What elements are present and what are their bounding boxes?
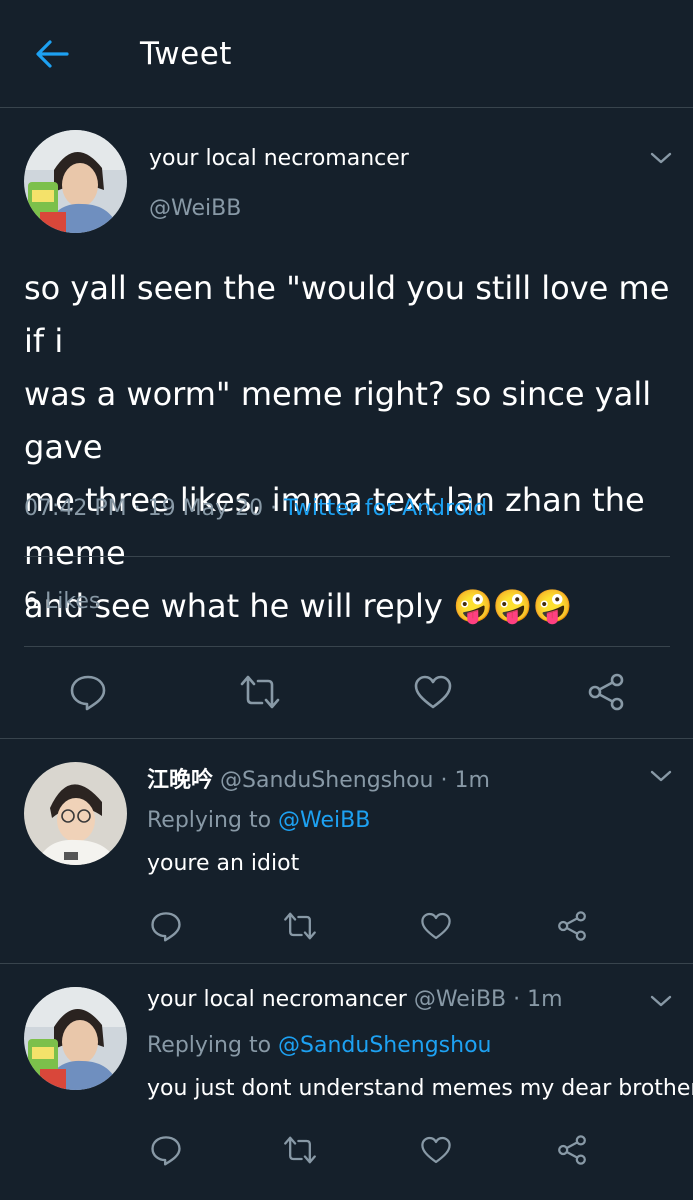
like-button[interactable] (411, 670, 455, 714)
reply-button[interactable] (146, 906, 186, 946)
reply-author-handle[interactable]: @WeiBB (414, 987, 506, 1012)
reply-time: 1m (454, 768, 490, 793)
reply-text: youre an idiot (147, 851, 300, 876)
replying-mention[interactable]: @WeiBB (278, 808, 370, 833)
likes-summary[interactable]: 6 Likes (24, 589, 100, 614)
author-handle[interactable]: @WeiBB (149, 196, 241, 221)
meta-separator: · (433, 768, 455, 793)
reply-author-handle[interactable]: @SanduShengshou (220, 768, 433, 793)
share-button[interactable] (552, 1130, 592, 1170)
reply-button[interactable] (146, 1130, 186, 1170)
reply-header: 江晚吟 @SanduShengshou · 1m (147, 762, 490, 794)
retweet-button[interactable] (238, 670, 282, 714)
arrow-left-icon (36, 40, 69, 68)
retweet-button[interactable] (280, 906, 320, 946)
replying-to: Replying to @WeiBB (147, 808, 370, 833)
heart-icon (421, 1136, 451, 1164)
likes-label: Likes (45, 589, 101, 614)
chevron-down-icon (650, 995, 672, 1007)
heart-icon (414, 675, 452, 709)
replying-to: Replying to @SanduShengshou (147, 1033, 492, 1058)
replying-prefix: Replying to (147, 808, 272, 833)
share-button[interactable] (552, 906, 592, 946)
avatar-photo (24, 130, 127, 233)
like-button[interactable] (416, 906, 456, 946)
reply-menu-button[interactable] (646, 764, 676, 788)
back-button[interactable] (30, 34, 74, 74)
tweet-date: 19 May 20 (147, 496, 264, 521)
share-icon (588, 673, 624, 711)
meta-separator: · (263, 496, 285, 521)
replying-prefix: Replying to (147, 1033, 272, 1058)
reply-icon (70, 675, 106, 711)
retweet-icon (284, 912, 316, 940)
meta-separator: · (126, 496, 148, 521)
reply-icon (151, 1136, 181, 1166)
avatar[interactable] (24, 762, 127, 865)
divider (24, 556, 670, 557)
reply-menu-button[interactable] (646, 989, 676, 1013)
avatar[interactable] (24, 987, 127, 1090)
replying-mention[interactable]: @SanduShengshou (278, 1033, 491, 1058)
like-button[interactable] (416, 1130, 456, 1170)
avatar[interactable] (24, 130, 127, 233)
retweet-icon (284, 1136, 316, 1164)
divider (24, 646, 670, 647)
reply-author-name[interactable]: 江晚吟 (147, 768, 213, 793)
avatar-photo (24, 762, 127, 865)
tweet-source-link[interactable]: Twitter for Android (284, 496, 487, 521)
tweet-meta: 07:42 PM · 19 May 20 · Twitter for Andro… (24, 496, 487, 521)
author-name[interactable]: your local necromancer (149, 146, 409, 171)
retweet-icon (240, 675, 280, 709)
share-button[interactable] (584, 670, 628, 714)
meta-separator: · (506, 987, 528, 1012)
likes-count: 6 (24, 589, 38, 614)
divider (0, 738, 693, 739)
tweet-text: so yall seen the "would you still love m… (24, 269, 670, 625)
chevron-down-icon (650, 152, 672, 164)
reply-time: 1m (527, 987, 563, 1012)
tweet-menu-button[interactable] (646, 146, 676, 170)
reply-header: your local necromancer @WeiBB · 1m (147, 987, 563, 1012)
chevron-down-icon (650, 770, 672, 782)
share-icon (558, 911, 586, 941)
reply-icon (151, 912, 181, 942)
page-title: Tweet (140, 36, 232, 72)
heart-icon (421, 912, 451, 940)
divider (0, 963, 693, 964)
reply-text: you just dont understand memes my dear b… (147, 1076, 693, 1101)
top-bar: Tweet (0, 0, 693, 108)
avatar-photo (24, 987, 127, 1090)
share-icon (558, 1135, 586, 1165)
reply-author-name[interactable]: your local necromancer (147, 987, 407, 1012)
retweet-button[interactable] (280, 1130, 320, 1170)
reply-button[interactable] (66, 670, 110, 714)
tweet-time: 07:42 PM (24, 496, 127, 521)
